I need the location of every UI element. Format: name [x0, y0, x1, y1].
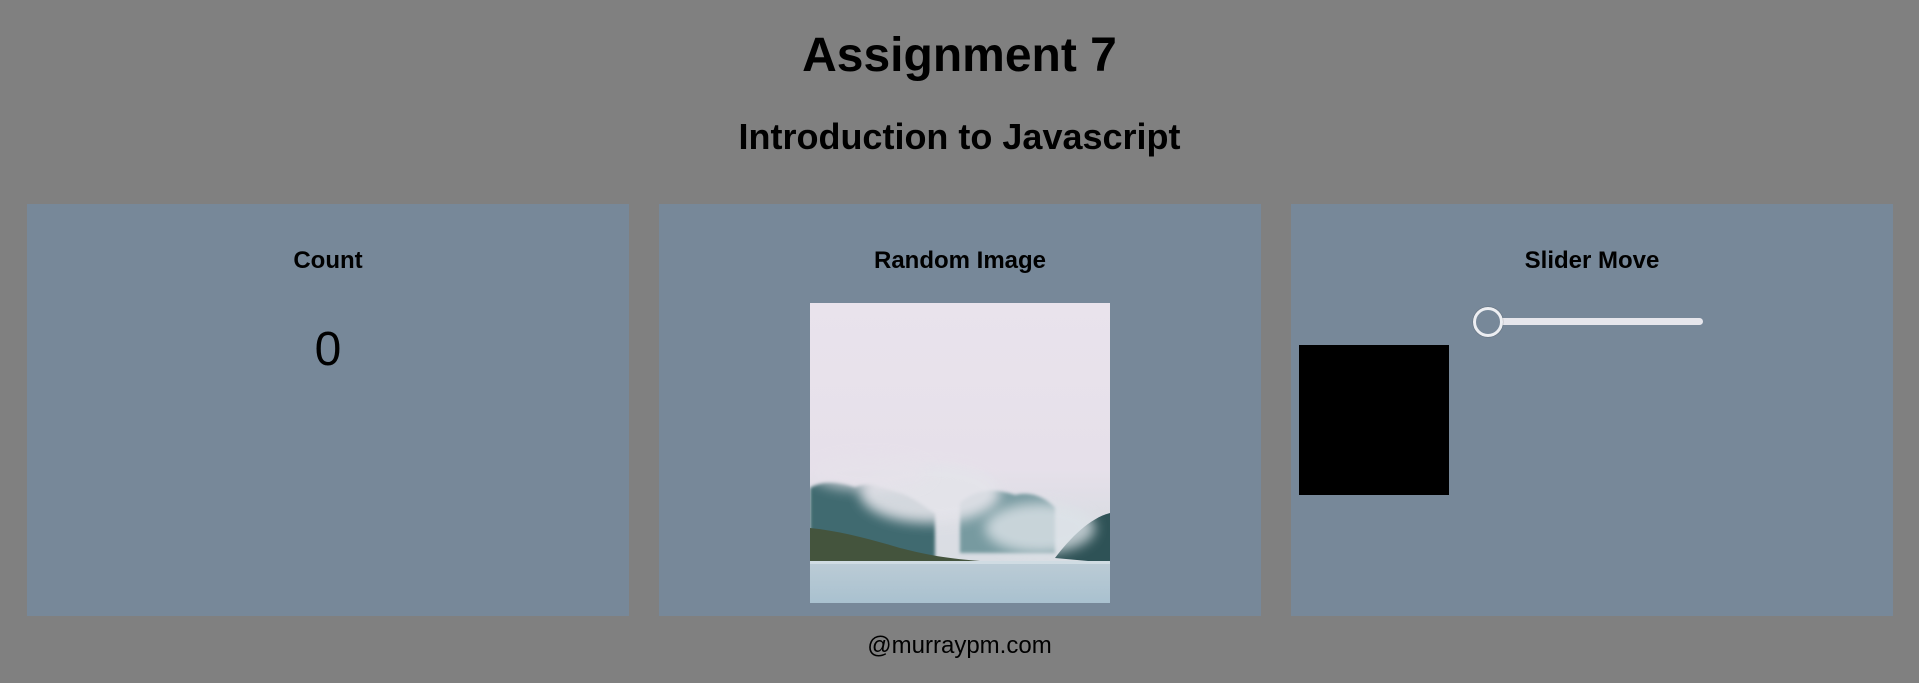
footer-text: @murraypm.com [867, 632, 1052, 659]
page-title: Assignment 7 [802, 29, 1117, 82]
page-subtitle: Introduction to Javascript [738, 116, 1181, 157]
slider-thumb[interactable] [1473, 307, 1503, 337]
random-image-panel-title: Random Image [873, 247, 1047, 274]
move-slider[interactable] [1471, 305, 1711, 339]
random-image-panel: Random Image [659, 204, 1261, 616]
moving-box [1299, 345, 1449, 495]
slider-move-panel-title: Slider Move [1524, 247, 1660, 274]
count-value[interactable]: 0 [27, 322, 629, 378]
count-panel: Count 0 [27, 204, 629, 616]
count-panel-title: Count [293, 247, 363, 274]
slider-track[interactable] [1479, 318, 1703, 325]
random-image[interactable] [810, 303, 1110, 603]
